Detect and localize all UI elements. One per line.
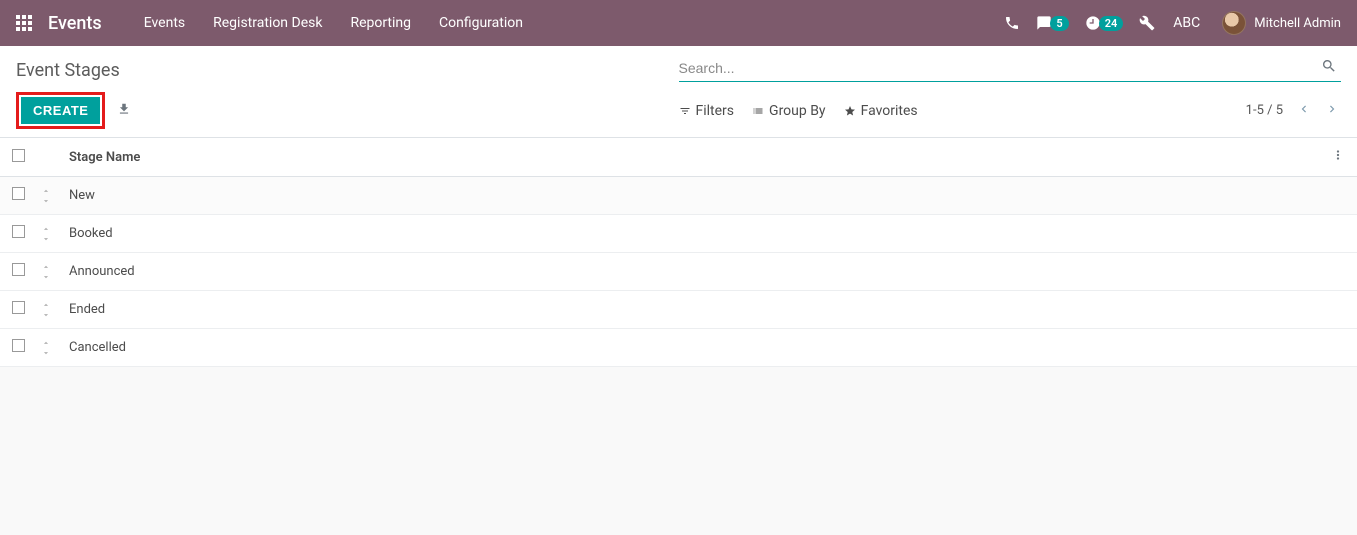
table-row[interactable]: Cancelled — [0, 329, 1357, 367]
pager-prev[interactable] — [1295, 100, 1313, 121]
user-menu[interactable]: Mitchell Admin — [1210, 11, 1341, 35]
favorites-label: Favorites — [861, 103, 918, 119]
nav-link-configuration[interactable]: Configuration — [425, 0, 537, 46]
nav-link-events[interactable]: Events — [130, 0, 199, 46]
list-icon — [752, 105, 764, 117]
debug-icon[interactable] — [1131, 0, 1163, 46]
table-row[interactable]: Booked — [0, 215, 1357, 253]
drag-handle-icon[interactable] — [41, 338, 51, 358]
export-icon[interactable] — [113, 98, 135, 123]
user-name: Mitchell Admin — [1254, 16, 1341, 31]
search-icon[interactable] — [1317, 58, 1341, 77]
nav-link-reporting[interactable]: Reporting — [336, 0, 425, 46]
pager-next[interactable] — [1323, 100, 1341, 121]
drag-handle-icon[interactable] — [41, 186, 51, 206]
stage-name-cell[interactable]: Booked — [61, 215, 1323, 253]
nav-link-registration-desk[interactable]: Registration Desk — [199, 0, 336, 46]
row-checkbox[interactable] — [12, 339, 25, 352]
list-view: Stage Name NewBookedAnnouncedEndedCancel… — [0, 138, 1357, 367]
filters-menu[interactable]: Filters — [679, 103, 735, 119]
select-all-checkbox[interactable] — [12, 149, 25, 162]
phone-icon[interactable] — [996, 0, 1028, 46]
chevron-right-icon — [1325, 102, 1339, 116]
stage-name-cell[interactable]: Cancelled — [61, 329, 1323, 367]
drag-handle-icon[interactable] — [41, 300, 51, 320]
row-checkbox[interactable] — [12, 187, 25, 200]
row-checkbox[interactable] — [12, 225, 25, 238]
create-button[interactable]: CREATE — [21, 97, 100, 124]
app-brand[interactable]: Events — [48, 13, 102, 34]
table-row[interactable]: Ended — [0, 291, 1357, 329]
stage-name-cell[interactable]: New — [61, 177, 1323, 215]
row-checkbox[interactable] — [12, 301, 25, 314]
activities-badge: 24 — [1099, 16, 1124, 31]
activities-icon[interactable]: 24 — [1077, 0, 1132, 46]
messages-icon[interactable]: 5 — [1028, 0, 1076, 46]
column-header-stage-name[interactable]: Stage Name — [61, 138, 1323, 177]
create-highlight: CREATE — [16, 92, 105, 129]
group-by-menu[interactable]: Group By — [752, 103, 826, 119]
table-header-row: Stage Name — [0, 138, 1357, 177]
pager-text[interactable]: 1-5 / 5 — [1246, 103, 1283, 118]
stage-name-cell[interactable]: Ended — [61, 291, 1323, 329]
group-by-label: Group By — [769, 103, 826, 119]
apps-icon[interactable] — [16, 15, 32, 31]
messages-badge: 5 — [1050, 16, 1068, 31]
favorites-menu[interactable]: Favorites — [844, 103, 918, 119]
search-input[interactable] — [679, 60, 1318, 76]
chevron-left-icon — [1297, 102, 1311, 116]
company-selector[interactable]: ABC — [1163, 0, 1210, 46]
stage-name-cell[interactable]: Announced — [61, 253, 1323, 291]
drag-handle-icon[interactable] — [41, 224, 51, 244]
search-bar[interactable] — [679, 58, 1342, 82]
row-checkbox[interactable] — [12, 263, 25, 276]
pager: 1-5 / 5 — [1246, 100, 1341, 121]
funnel-icon — [679, 105, 691, 117]
breadcrumb: Event Stages — [16, 58, 679, 81]
columns-menu-icon[interactable] — [1331, 151, 1345, 166]
filters-label: Filters — [696, 103, 735, 119]
table-row[interactable]: New — [0, 177, 1357, 215]
avatar — [1222, 11, 1246, 35]
control-panel: Event Stages CREATE Filters — [0, 46, 1357, 138]
star-icon — [844, 105, 856, 117]
table-row[interactable]: Announced — [0, 253, 1357, 291]
top-navbar: Events Events Registration Desk Reportin… — [0, 0, 1357, 46]
drag-handle-icon[interactable] — [41, 262, 51, 282]
